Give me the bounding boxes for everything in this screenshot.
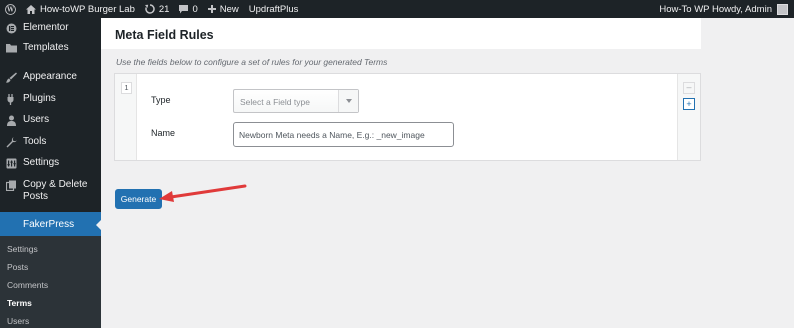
site-name-label: How-toWP Burger Lab — [40, 3, 135, 15]
submenu-item-users[interactable]: Users — [7, 316, 29, 326]
select-handle[interactable] — [338, 90, 358, 112]
admin-bar: W How-toWP Burger Lab 21 0 New UpdraftPl… — [0, 0, 794, 18]
sidebar-item-label: Appearance — [23, 71, 77, 82]
updraftplus-link[interactable]: UpdraftPlus — [244, 0, 304, 18]
name-label: Name — [151, 128, 176, 138]
comment-icon — [179, 4, 189, 13]
plus-icon — [207, 5, 216, 13]
sidebar-item-elementor[interactable]: Elementor — [0, 22, 101, 34]
new-content-link[interactable]: New — [203, 0, 244, 18]
remove-rule-button[interactable]: – — [683, 82, 695, 94]
folder-icon — [5, 42, 17, 54]
type-label: Type — [151, 95, 171, 105]
section-description: Use the fields below to configure a set … — [116, 57, 388, 67]
submenu-item-posts[interactable]: Posts — [7, 262, 28, 272]
submenu-item-comments[interactable]: Comments — [7, 280, 48, 290]
field-type-select[interactable]: Select a Field type — [233, 89, 359, 113]
sidebar-item-label: Tools — [23, 136, 47, 147]
sidebar-item-appearance[interactable]: Appearance — [0, 71, 101, 83]
users-icon — [5, 114, 17, 126]
add-rule-button[interactable]: + — [683, 98, 695, 110]
meta-rule-row: 1 Type Select a Field type Name – + — [114, 73, 701, 161]
sidebar-item-label-line1: Copy & Delete — [23, 179, 88, 190]
wordpress-logo-icon[interactable]: W — [0, 0, 21, 18]
meta-name-input[interactable] — [233, 122, 454, 147]
updates-count: 21 — [158, 3, 170, 15]
sidebar-item-label: Plugins — [23, 93, 56, 104]
copy-icon — [5, 179, 17, 191]
elementor-icon — [5, 22, 17, 34]
sidebar-item-label: Elementor — [23, 22, 69, 33]
field-type-placeholder: Select a Field type — [240, 97, 310, 107]
sidebar-item-label: Users — [23, 114, 50, 125]
submenu-item-terms[interactable]: Terms — [7, 298, 32, 308]
sidebar-item-label: Templates — [23, 42, 69, 53]
new-label: New — [219, 3, 239, 15]
svg-text:W: W — [6, 6, 14, 13]
fakerpress-submenu: Settings Posts Comments Terms Users — [0, 236, 101, 328]
section-header: Meta Field Rules — [101, 18, 701, 49]
howdy-text[interactable]: How-To WP Howdy, Admin — [659, 4, 772, 15]
site-name-link[interactable]: How-toWP Burger Lab — [21, 0, 140, 18]
page-title: Meta Field Rules — [115, 28, 214, 42]
comments-link[interactable]: 0 — [174, 0, 202, 18]
submenu-item-settings[interactable]: Settings — [7, 244, 38, 254]
active-menu-arrow — [96, 220, 101, 230]
avatar[interactable] — [777, 3, 788, 15]
sidebar-item-label: FakerPress — [23, 219, 75, 230]
admin-sidebar: Elementor Templates Appearance Plugins U… — [0, 18, 101, 328]
chevron-down-icon — [346, 99, 352, 103]
updates-link[interactable]: 21 — [140, 0, 175, 18]
sidebar-item-label: Copy & Delete Posts — [23, 179, 87, 203]
rule-number: 1 — [121, 82, 132, 94]
home-icon — [26, 4, 36, 14]
sidebar-item-plugins[interactable]: Plugins — [0, 93, 101, 105]
annotation-arrow-icon — [159, 184, 247, 202]
rule-actions-column: – + — [677, 74, 700, 160]
sidebar-item-label: Settings — [23, 157, 60, 168]
rule-index-column: 1 — [115, 74, 137, 160]
sidebar-item-settings[interactable]: Settings — [0, 157, 101, 169]
sidebar-item-label-line2: Posts — [23, 191, 49, 202]
wrench-icon — [5, 136, 17, 148]
sidebar-item-copy-delete-posts[interactable]: Copy & Delete Posts — [0, 179, 101, 203]
comments-count: 0 — [192, 3, 198, 15]
paintbrush-icon — [5, 71, 17, 83]
sidebar-item-fakerpress[interactable]: FakerPress — [0, 212, 101, 238]
sidebar-item-tools[interactable]: Tools — [0, 136, 101, 148]
sidebar-item-users[interactable]: Users — [0, 114, 101, 126]
sidebar-item-templates[interactable]: Templates — [0, 42, 101, 54]
updraftplus-label: UpdraftPlus — [248, 3, 299, 15]
plugin-icon — [5, 93, 17, 105]
settings-icon — [5, 157, 17, 169]
updates-icon — [144, 4, 155, 14]
